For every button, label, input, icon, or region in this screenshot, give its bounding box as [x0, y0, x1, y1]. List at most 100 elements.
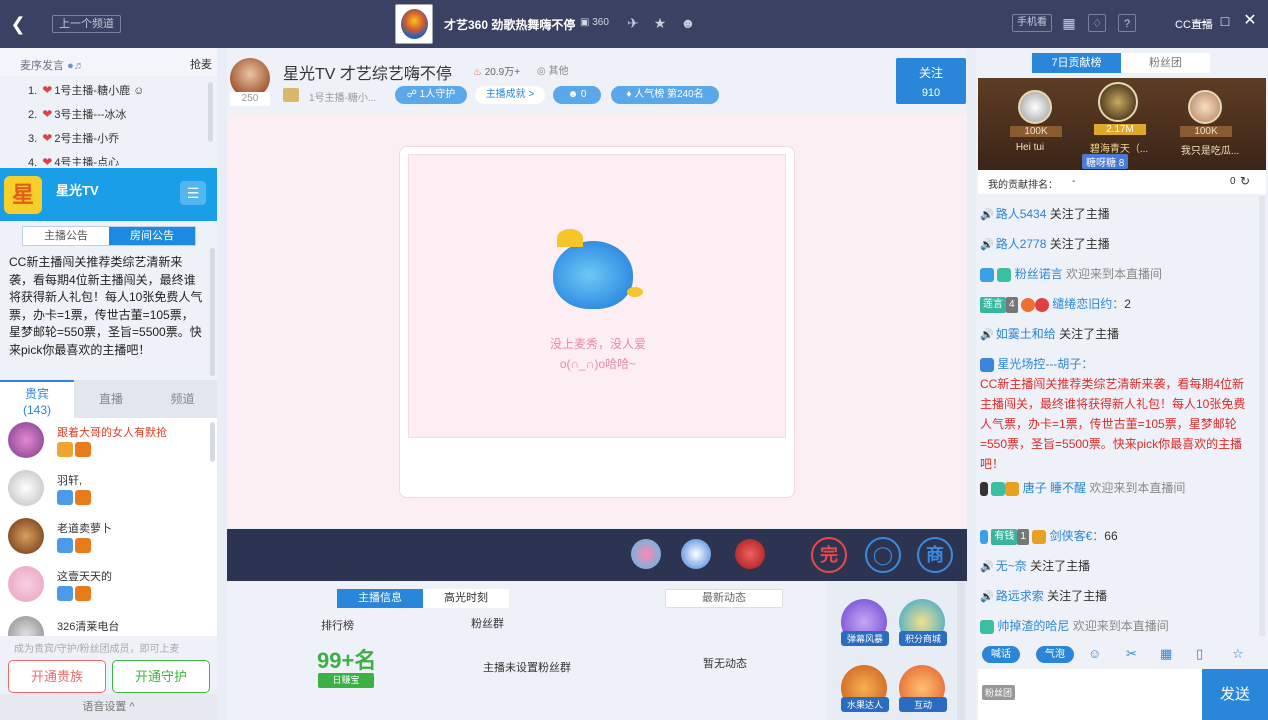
prev-channel-button[interactable]: 上一个频道 — [52, 15, 121, 33]
avatar[interactable] — [1018, 90, 1052, 124]
chat-message: 星光场控---胡子： CC新主播闯关推荐类综艺清新来袭，看每期4位新主播闯关，最终… — [980, 357, 1246, 471]
fortune-icon[interactable]: 完 — [811, 537, 847, 573]
activity-points-mall[interactable]: 积分商城 — [899, 599, 947, 646]
avatar[interactable] — [1188, 90, 1222, 124]
mic-queue-item[interactable]: 4. ❤ 4号主播-点心 — [28, 154, 119, 166]
users-icon[interactable]: ☻ — [679, 14, 697, 32]
chat-message: 🔊 路人2778 关注了主播 — [980, 237, 1110, 251]
activity-interact[interactable]: 互动 — [899, 665, 947, 712]
maximize-icon[interactable]: □ — [1216, 12, 1234, 30]
menu-icon[interactable]: ☰ — [180, 181, 206, 205]
other-button[interactable]: ◎ 其他 — [537, 62, 569, 77]
list-item[interactable]: 326清莱电台 — [8, 614, 208, 636]
channel-logo — [395, 4, 433, 44]
announcement-text: CC新主播闯关推荐类综艺清新来袭，看每期4位新主播闯关，最终谁将获得新人礼包！每… — [9, 255, 203, 357]
open-noble-button[interactable]: 开通贵族 — [8, 660, 106, 693]
sugar-badge: 糖呀糖 8 — [1082, 154, 1129, 169]
badge-icon — [1032, 529, 1047, 544]
chat-message: 🔊 如霙土和给 关注了主播 — [980, 327, 1120, 341]
chat-toolbar: 喊话 气泡 ☺ ✂ ▦ ▯ ☆ — [976, 642, 1268, 668]
admin-icon — [980, 357, 994, 372]
daily-earn-badge[interactable]: 日赚宝 — [318, 673, 374, 688]
send-button[interactable]: 发送 — [1202, 669, 1268, 720]
mic-queue-item[interactable]: 3. ❤ 2号主播-小乔 — [28, 130, 119, 150]
phone-watch-button[interactable]: 手机看 — [1012, 14, 1052, 32]
tab-anchor-announcement[interactable]: 主播公告 — [23, 227, 109, 245]
announcement-tabs: 主播公告 房间公告 — [22, 226, 196, 246]
chat-input[interactable]: 粉丝团 — [978, 669, 1202, 720]
mic-icon: ♬ — [73, 60, 85, 72]
pin-icon[interactable]: ☆ — [1232, 646, 1244, 662]
center-panel: 250 星光TV 才艺综艺嗨不停 ♨ 20.9万+ ◎ 其他 1号主播-糖小..… — [227, 48, 967, 720]
chat-message: 唐子 睡不醒 欢迎来到本直播间 — [980, 478, 1250, 498]
tab-noble[interactable]: 贵宾 (143) — [0, 380, 74, 418]
info-icon: ● — [67, 60, 74, 72]
activity-barrage[interactable]: 弹幕风暴 — [841, 599, 889, 646]
tab-7day[interactable]: 7日贡献榜 — [1032, 53, 1121, 73]
grid-icon[interactable]: ▦ — [1060, 14, 1078, 32]
scrollbar[interactable] — [957, 581, 965, 720]
popularity-pill[interactable]: ♦ 人气榜 第240名 — [611, 86, 719, 104]
refresh-icon[interactable]: ↻ — [1240, 174, 1250, 188]
speaker-icon: 🔊 — [980, 561, 994, 573]
bubble-button[interactable]: 气泡 — [1036, 646, 1074, 663]
podium-name: 我只是吃瓜... — [1180, 146, 1240, 157]
gift-icon[interactable] — [735, 539, 765, 569]
bell-icon[interactable]: ♢ — [1088, 14, 1106, 32]
mic-hint: 成为贵宾/守护/粉丝团成员，即可上麦 — [14, 644, 180, 655]
tab-highlights[interactable]: 高光时刻 — [423, 589, 509, 608]
scrollbar[interactable] — [210, 422, 215, 462]
mic-queue-item[interactable]: 2. ❤ 3号主播---冰冰 — [28, 106, 126, 126]
scissors-icon[interactable]: ✂ — [1126, 646, 1137, 662]
close-icon[interactable]: ✕ — [1241, 12, 1259, 30]
open-guard-button[interactable]: 开通守护 — [112, 660, 210, 693]
bag-icon[interactable]: ◯ — [865, 537, 901, 573]
avatar[interactable] — [1098, 82, 1138, 122]
voice-settings-button[interactable]: 语音设置 ^ — [0, 694, 217, 720]
fans-icon — [991, 481, 1006, 496]
mic-queue-item[interactable]: 1. ❤ 1号主播-糖小鹿 ☺ — [28, 82, 144, 102]
right-panel: 7日贡献榜 粉丝团 100K Hei tui 2.17M 碧海青天（... 100… — [976, 48, 1268, 720]
fans-group-badge: 粉丝团 — [982, 685, 1016, 700]
tab-anchor-info[interactable]: 主播信息 — [337, 589, 423, 608]
image-icon[interactable]: ▦ — [1160, 646, 1172, 662]
tab-live[interactable]: 直播 — [74, 380, 148, 418]
gift-box-icon[interactable] — [681, 539, 711, 569]
emoji-icon[interactable]: ☺ — [1088, 646, 1101, 661]
chat-message: 🔊 路远求索 关注了主播 — [980, 589, 1108, 603]
mic-queue-header: 麦序发言 ●♬ 抢麦 — [0, 48, 217, 76]
list-item[interactable]: 老道卖萝卜 — [8, 516, 208, 562]
achievement-pill[interactable]: 主播成就 > — [475, 86, 545, 104]
tab-fans-group[interactable]: 粉丝团 — [1121, 53, 1210, 73]
activity-fruit[interactable]: 水果达人 — [841, 665, 889, 712]
balloon-icon[interactable] — [631, 539, 661, 569]
star-icon[interactable]: ★ — [651, 14, 669, 32]
guard-pill[interactable]: ☍ 1人守护 — [395, 86, 467, 104]
fans-count-pill[interactable]: ☻ 0 — [553, 86, 601, 104]
badge-icon — [1005, 481, 1020, 496]
channel-name: 星光TV — [56, 183, 99, 198]
scrollbar[interactable] — [208, 82, 213, 142]
tab-channel[interactable]: 频道 — [148, 380, 217, 418]
latest-dynamics-title: 最新动态 — [665, 589, 783, 608]
heart-icon: ❤ — [42, 83, 53, 97]
scrollbar[interactable] — [1259, 196, 1265, 636]
hot-value: ♨ 20.9万+ — [473, 67, 521, 78]
shout-button[interactable]: 喊话 — [982, 646, 1020, 663]
minimize-icon[interactable]: — — [1190, 12, 1208, 30]
back-icon[interactable]: ❮ — [8, 12, 28, 36]
avatar — [8, 470, 44, 506]
follow-button[interactable]: 关注 910 — [896, 58, 966, 104]
help-icon[interactable]: ? — [1118, 14, 1136, 32]
level-icon — [1020, 297, 1035, 312]
list-item[interactable]: 羽轩, — [8, 468, 208, 514]
tab-room-announcement[interactable]: 房间公告 — [109, 227, 195, 245]
scrollbar[interactable] — [210, 248, 215, 376]
badge-icon — [57, 490, 73, 505]
grab-mic-button[interactable]: 抢麦 — [190, 56, 212, 72]
list-item[interactable]: 这壹天天的 — [8, 564, 208, 610]
shop-icon[interactable]: 商 — [917, 537, 953, 573]
lock-icon[interactable]: ▯ — [1196, 646, 1203, 662]
list-item[interactable]: 跟着大哥的女人有默抢 — [8, 420, 208, 466]
plane-icon[interactable]: ✈ — [624, 14, 642, 32]
